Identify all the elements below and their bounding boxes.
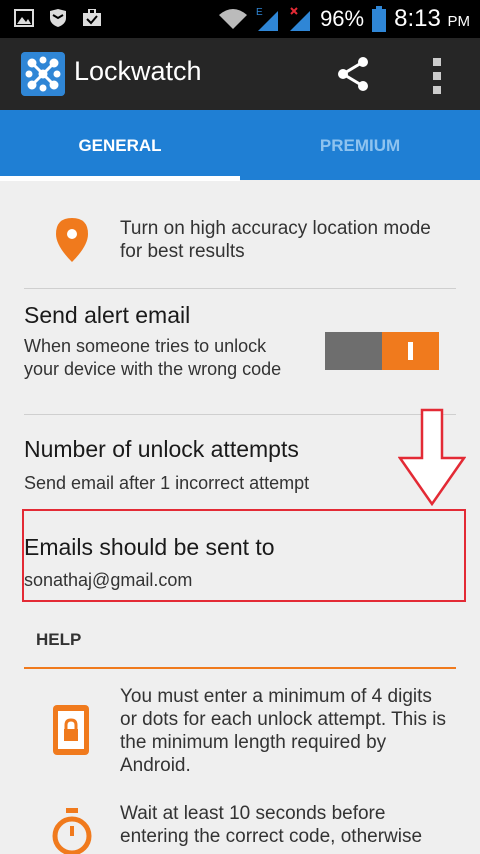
phone-lock-icon [53, 705, 89, 755]
tab-bar: GENERAL PREMIUM [0, 110, 480, 180]
share-icon[interactable] [333, 56, 373, 92]
tab-selected-indicator [0, 176, 240, 181]
signal-no-data-icon [290, 7, 311, 31]
tab-premium[interactable]: PREMIUM [240, 110, 480, 180]
setting-title: Send alert email [24, 302, 191, 328]
system-icons: E 96% 8:13 PM [218, 5, 470, 33]
app-title: Lockwatch [74, 56, 202, 86]
clock-ampm: PM [447, 13, 471, 30]
image-notification-icon [14, 9, 34, 27]
help-text: You must enter a minimum of 4 digits or … [120, 686, 446, 776]
email-address: sonathaj@gmail.com [24, 570, 193, 590]
briefcase-check-icon [83, 9, 101, 26]
battery-icon [372, 6, 387, 32]
overflow-menu-icon[interactable] [430, 56, 444, 96]
battery-percent: 96% [320, 6, 365, 31]
email-recipient-setting[interactable]: Emails should be sent to sonathaj@gmail.… [24, 534, 456, 592]
unlock-attempts-setting[interactable]: Number of unlock attempts Send email aft… [24, 436, 456, 495]
shield-notification-icon [50, 9, 66, 27]
status-bar: E 96% 8:13 PM [0, 0, 480, 38]
setting-title: Emails should be sent to [24, 534, 275, 560]
toggle-on-mark [408, 342, 413, 360]
help-divider [24, 667, 456, 669]
action-bar: Lockwatch [0, 38, 480, 110]
help-text: Wait at least 10 seconds before entering… [120, 803, 423, 847]
signal-icon: E [256, 7, 279, 31]
location-tip-text[interactable]: Turn on high accuracy location mode for … [120, 217, 440, 263]
alert-email-toggle[interactable] [325, 332, 439, 370]
help-section-title: HELP [36, 630, 82, 649]
setting-subtitle: Send email after 1 incorrect attempt [24, 473, 310, 493]
clock-time: 8:13 [394, 5, 441, 32]
setting-title: Number of unlock attempts [24, 436, 299, 462]
notification-icons [14, 9, 102, 27]
stopwatch-icon [52, 808, 92, 854]
down-arrow-annotation [398, 408, 466, 506]
location-pin-icon [56, 218, 88, 262]
divider [24, 288, 456, 289]
toggle-knob [382, 332, 439, 370]
wifi-icon [219, 9, 248, 29]
setting-subtitle: When someone tries to unlock your device… [24, 336, 282, 379]
tab-general[interactable]: GENERAL [0, 110, 240, 180]
lockwatch-logo-icon[interactable] [21, 52, 65, 96]
network-label: E [256, 7, 263, 18]
clock: 8:13 PM [394, 5, 470, 33]
divider [24, 414, 456, 415]
